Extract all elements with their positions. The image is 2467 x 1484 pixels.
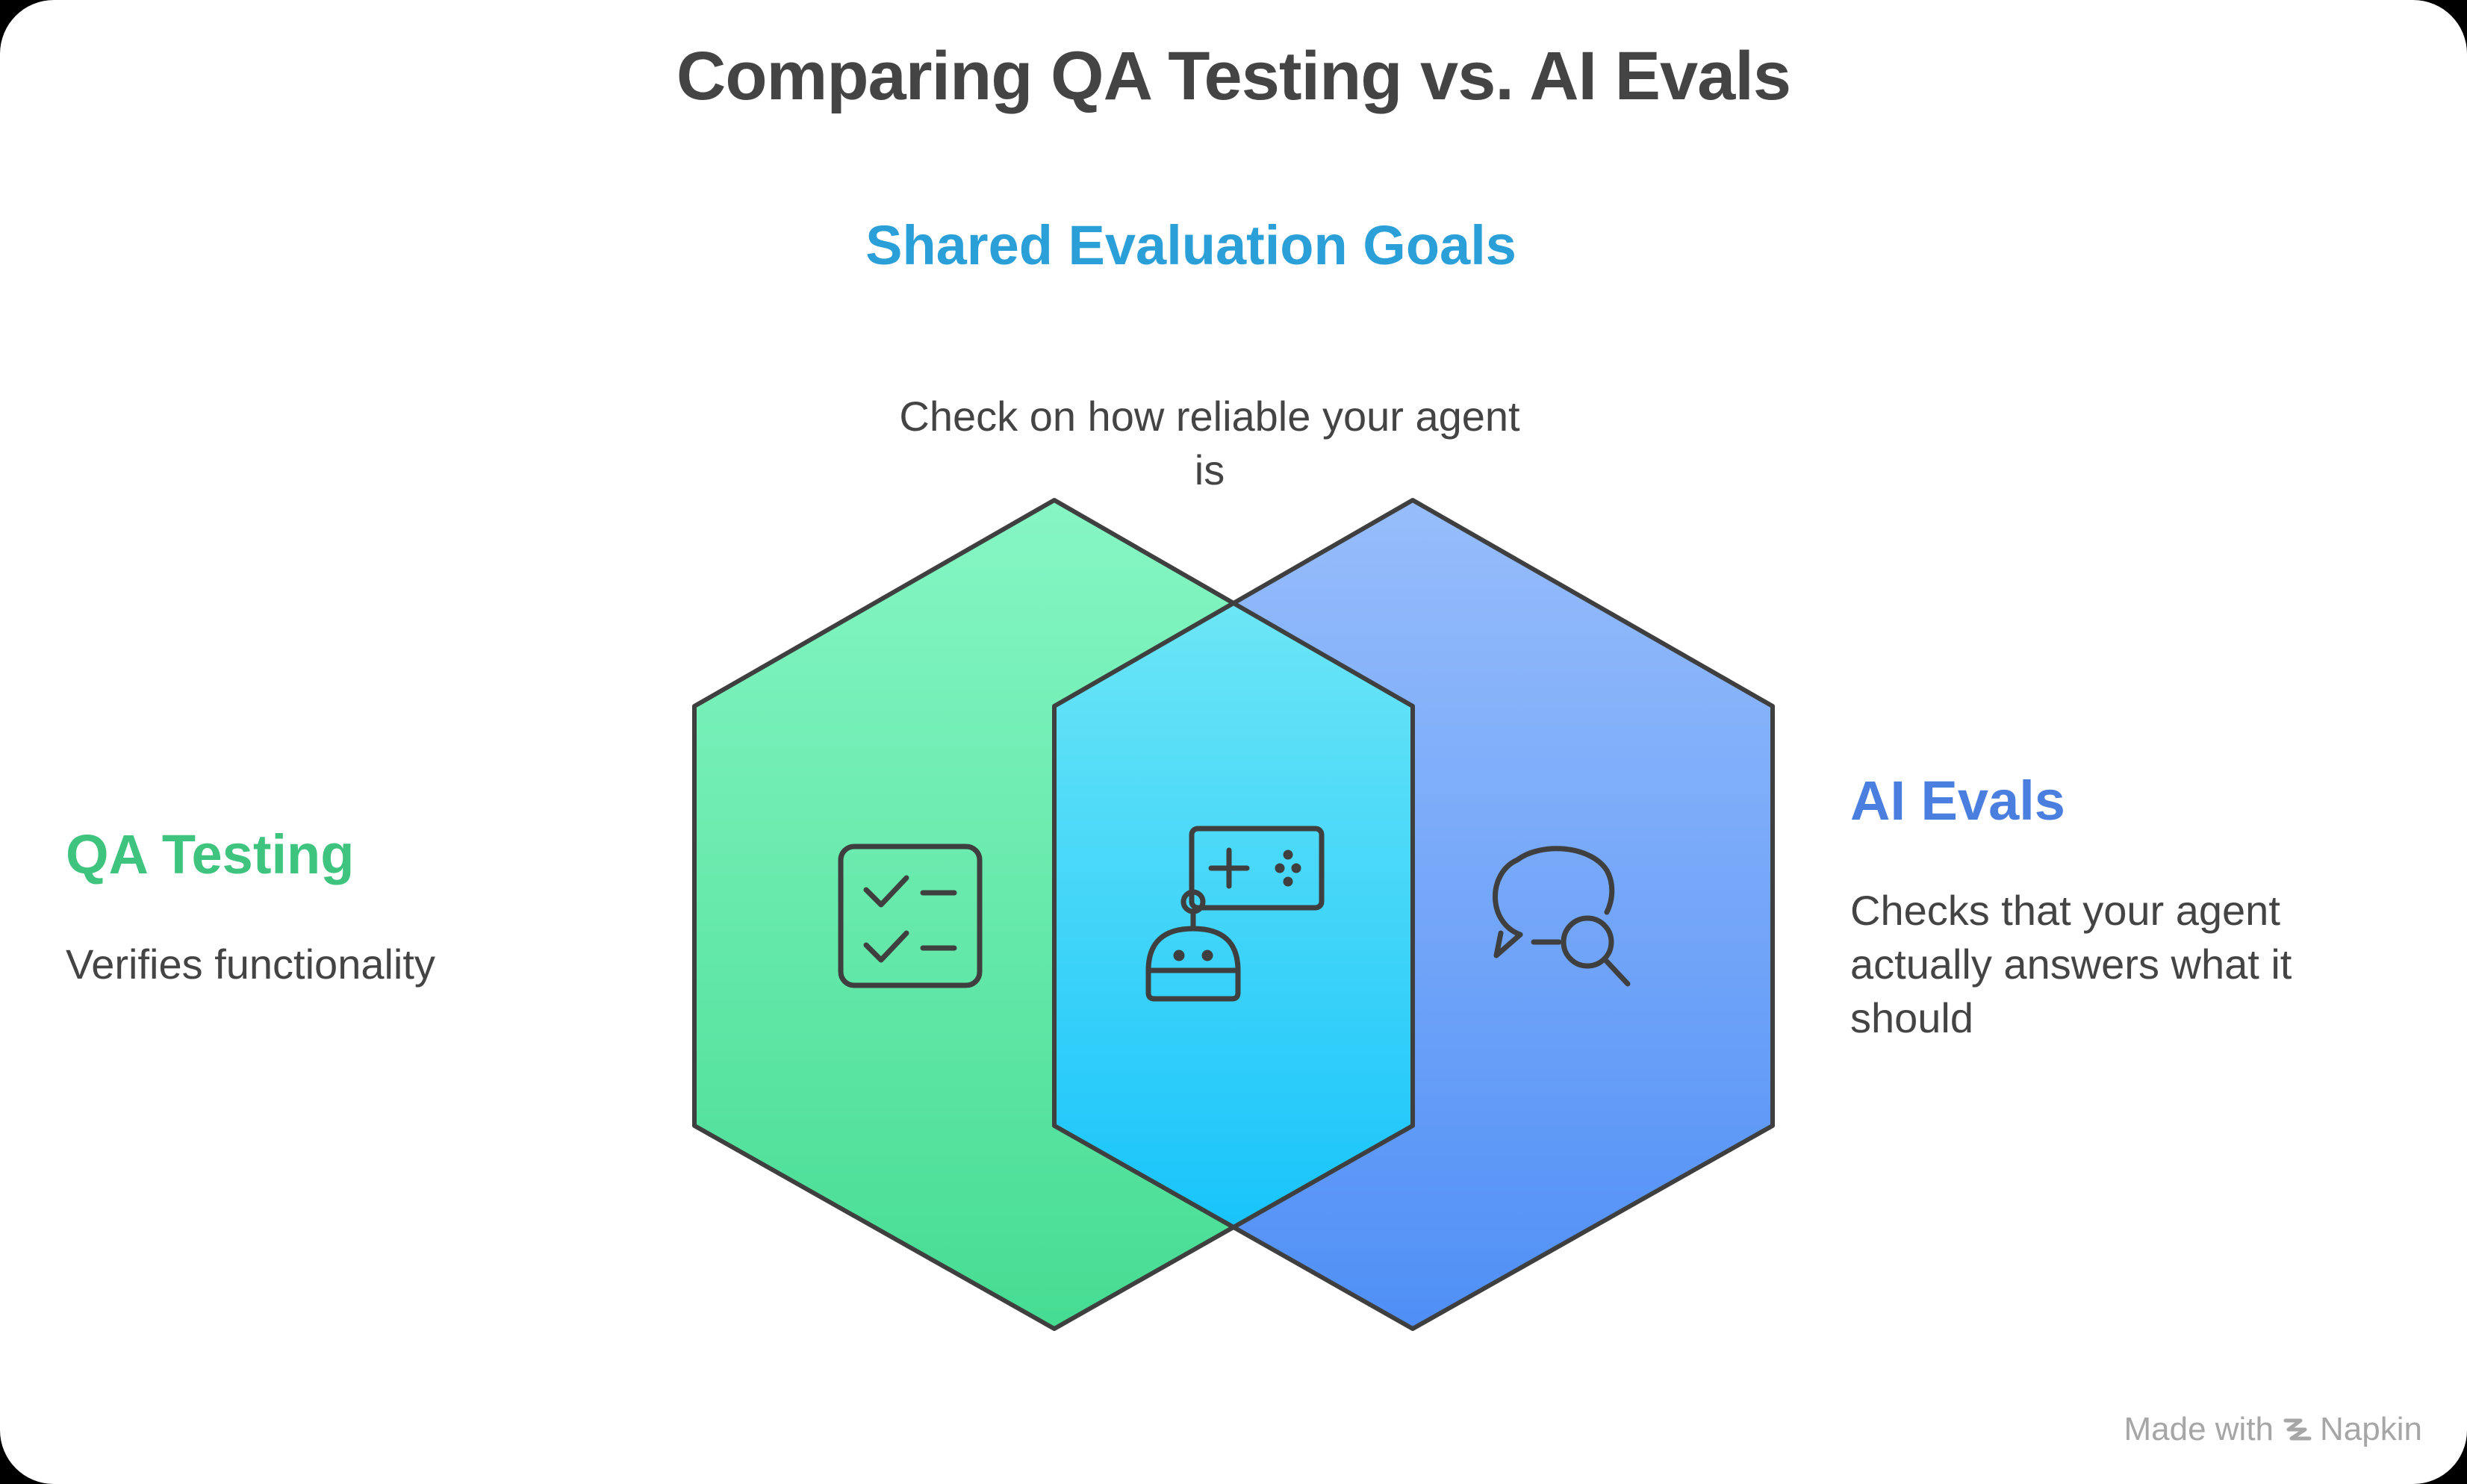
- qa-testing-description: Verifies functionality: [66, 941, 435, 988]
- venn-hexagon-diagram: [692, 498, 1775, 1331]
- napkin-label: Napkin: [2320, 1411, 2422, 1447]
- napkin-logo-icon: [2283, 1418, 2312, 1441]
- infographic-canvas: Comparing QA Testing vs. AI Evals Shared…: [0, 0, 2467, 1484]
- qa-testing-title: QA Testing: [66, 823, 355, 885]
- ai-evals-description: Checks that your agent actually answers …: [1850, 887, 2292, 1041]
- overlap-region: [1054, 603, 1413, 1227]
- made-with-label: Made with: [2124, 1411, 2274, 1447]
- made-with-napkin-badge[interactable]: Made with Napkin: [2124, 1411, 2422, 1448]
- ai-evals-title: AI Evals: [1850, 770, 2065, 832]
- napkin-brand: Napkin: [2283, 1411, 2422, 1448]
